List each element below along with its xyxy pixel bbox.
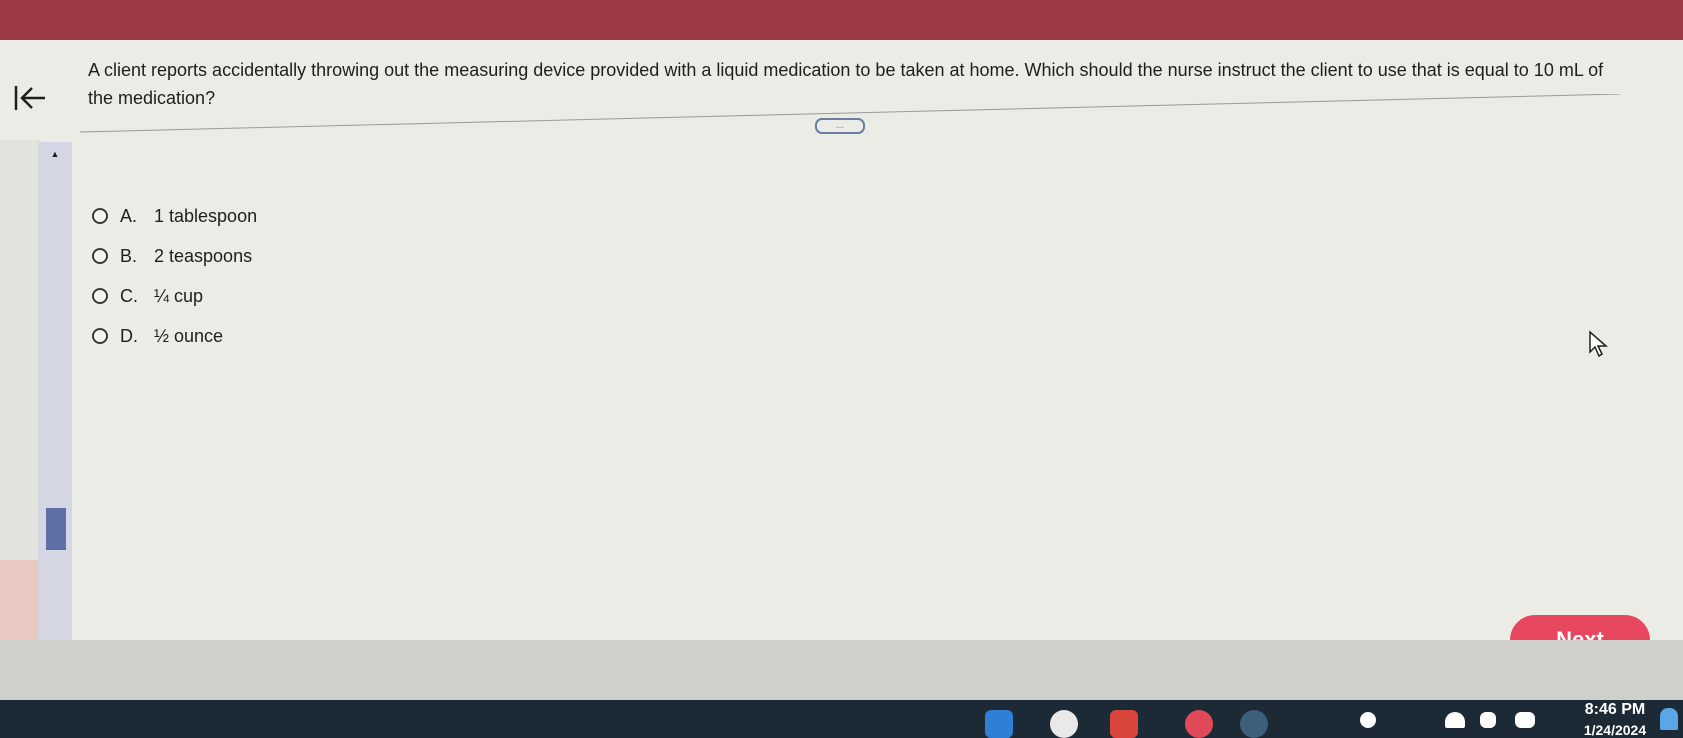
option-letter: C.: [120, 285, 138, 306]
taskbar: [0, 700, 1683, 738]
option-letter: A.: [120, 205, 138, 226]
option-a[interactable]: A. 1 tablespoon: [92, 196, 592, 236]
taskbar-clock[interactable]: 8:46 PM 1/24/2024: [1560, 700, 1670, 738]
scroll-up-button[interactable]: ▲: [38, 146, 72, 162]
option-b[interactable]: B. 2 teaspoons: [92, 236, 592, 276]
option-c[interactable]: C. ¼ cup: [92, 276, 592, 316]
arrow-left-to-bar-icon: [14, 86, 45, 110]
taskbar-app-icon[interactable]: [985, 710, 1013, 738]
clock-time: 8:46 PM: [1584, 701, 1646, 718]
mouse-pointer-icon: [1589, 330, 1608, 358]
taskbar-app-icon[interactable]: [1050, 710, 1078, 738]
battery-icon[interactable]: [1515, 712, 1535, 728]
mail-icon[interactable]: [1110, 710, 1138, 738]
answer-options: A. 1 tablespoon B. 2 teaspoons C. ¼ cup …: [92, 196, 592, 356]
option-text: ¼ cup: [154, 285, 204, 306]
resize-handle[interactable]: ...: [815, 118, 865, 134]
lower-background: [0, 640, 1683, 700]
radio-button[interactable]: [92, 288, 108, 304]
taskbar-app-icon[interactable]: [1185, 710, 1213, 738]
option-text: ½ ounce: [154, 325, 224, 346]
clock-date: 1/24/2024: [1583, 722, 1647, 738]
option-text: 1 tablespoon: [154, 205, 258, 226]
scroll-thumb[interactable]: [46, 508, 66, 550]
resize-handle-dots: ...: [835, 120, 845, 131]
option-text: 2 teaspoons: [154, 245, 253, 266]
wifi-icon[interactable]: [1445, 712, 1465, 728]
scrollbar[interactable]: ▲ ▼: [38, 142, 72, 652]
question-text: A client reports accidentally throwing o…: [88, 60, 1604, 108]
radio-button[interactable]: [92, 328, 108, 344]
taskbar-app-icon[interactable]: [1240, 710, 1268, 738]
option-letter: D.: [120, 325, 138, 346]
volume-icon[interactable]: [1480, 712, 1496, 728]
caret-up-icon: ▲: [50, 149, 60, 159]
back-button[interactable]: [10, 78, 50, 118]
radio-button[interactable]: [92, 248, 108, 264]
tray-icon[interactable]: [1360, 712, 1376, 728]
radio-button[interactable]: [92, 208, 108, 224]
screen: A client reports accidentally throwing o…: [0, 0, 1683, 738]
option-letter: B.: [120, 245, 138, 266]
option-d[interactable]: D. ½ ounce: [92, 316, 592, 356]
